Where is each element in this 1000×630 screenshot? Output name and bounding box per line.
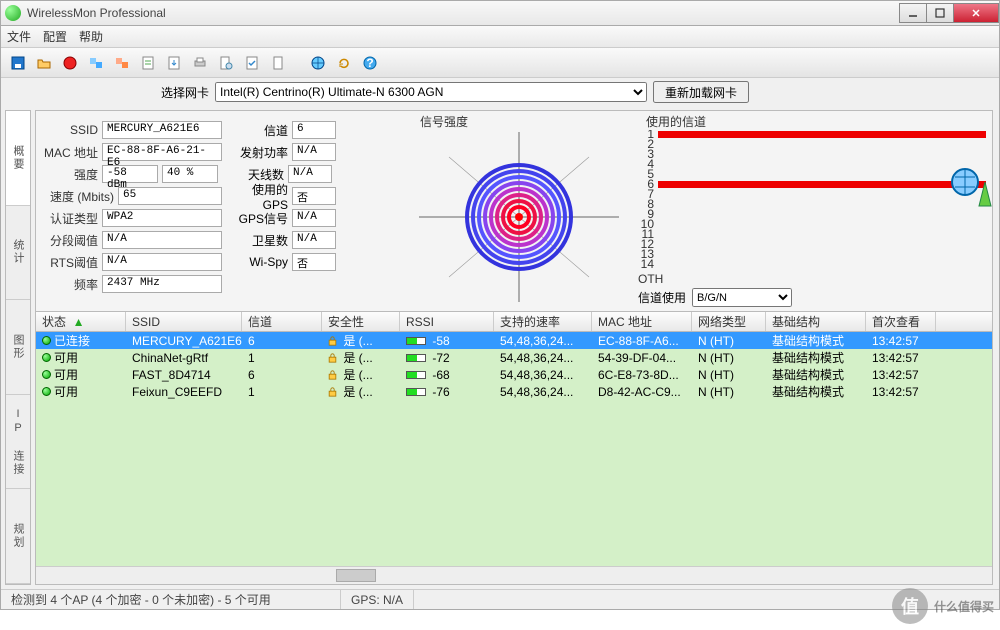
- tab-stats[interactable]: 统计: [6, 206, 30, 301]
- app-icon: [5, 5, 21, 21]
- refresh-icon[interactable]: [333, 52, 355, 74]
- menu-config[interactable]: 配置: [43, 28, 67, 45]
- check-icon[interactable]: [241, 52, 263, 74]
- close-button[interactable]: [953, 3, 999, 23]
- column-header[interactable]: MAC 地址: [592, 312, 692, 331]
- column-header[interactable]: 支持的速率: [494, 312, 592, 331]
- print-icon[interactable]: [189, 52, 211, 74]
- status-ap: 检测到 4 个AP (4 个加密 - 0 个未加密) - 5 个可用: [1, 590, 341, 609]
- options1-icon[interactable]: [85, 52, 107, 74]
- network-row[interactable]: 可用 ChinaNet-gRtf 1 是 (... -72 54,48,36,2…: [36, 349, 992, 366]
- globe-icon[interactable]: [307, 52, 329, 74]
- options2-icon[interactable]: [111, 52, 133, 74]
- menubar: 文件 配置 帮助: [1, 26, 999, 48]
- val-freq: 2437 MHz: [102, 275, 222, 293]
- column-header[interactable]: 网络类型: [692, 312, 766, 331]
- column-header[interactable]: 状态 ▲: [36, 312, 126, 331]
- adapter-select[interactable]: Intel(R) Centrino(R) Ultimate-N 6300 AGN: [215, 82, 647, 102]
- save-icon[interactable]: [7, 52, 29, 74]
- column-header[interactable]: 信道: [242, 312, 322, 331]
- minimize-button[interactable]: [899, 3, 927, 23]
- open-icon[interactable]: [33, 52, 55, 74]
- reload-adapter-button[interactable]: 重新加载网卡: [653, 81, 749, 103]
- tab-ipconn[interactable]: IP 连接: [6, 395, 30, 490]
- network-row[interactable]: 可用 Feixun_C9EEFD 1 是 (... -76 54,48,36,2…: [36, 383, 992, 400]
- maximize-button[interactable]: [926, 3, 954, 23]
- adapter-row: 选择网卡 Intel(R) Centrino(R) Ultimate-N 630…: [1, 78, 999, 106]
- export-icon[interactable]: [163, 52, 185, 74]
- val-wispy: 否: [292, 253, 336, 271]
- network-list: 状态 ▲SSID信道安全性RSSI支持的速率MAC 地址网络类型基础结构首次查看…: [36, 312, 992, 584]
- adapter-label: 选择网卡: [161, 84, 209, 101]
- status-gps: GPS: N/A: [341, 590, 414, 609]
- radar-icon: [419, 132, 619, 302]
- tab-plan[interactable]: 规划: [6, 489, 30, 584]
- val-satellites: N/A: [292, 231, 336, 249]
- channel-use-label: 信道使用: [638, 289, 686, 306]
- connection-details: SSIDMERCURY_A621E6信道6 MAC 地址EC-88-8F-A6-…: [36, 111, 406, 311]
- side-tabs: 概要 统计 图形 IP 连接 规划: [5, 110, 31, 585]
- tab-graph[interactable]: 图形: [6, 300, 30, 395]
- titlebar: WirelessMon Professional: [0, 0, 1000, 26]
- channels-box: 使用的信道 1234567891011121314 OTH 信道使用 B/G/N: [632, 111, 992, 311]
- channel-use-select[interactable]: B/G/N: [692, 288, 792, 307]
- menu-file[interactable]: 文件: [7, 28, 31, 45]
- tab-summary[interactable]: 概要: [6, 111, 30, 206]
- statusbar: 检测到 4 个AP (4 个加密 - 0 个未加密) - 5 个可用 GPS: …: [1, 589, 999, 609]
- network-row[interactable]: 可用 FAST_8D4714 6 是 (... -68 54,48,36,24.…: [36, 366, 992, 383]
- val-strength-pct: 40 %: [162, 165, 218, 183]
- watermark: 值 什么值得买: [892, 588, 994, 624]
- val-antennas: N/A: [288, 165, 332, 183]
- help-icon[interactable]: ?: [359, 52, 381, 74]
- val-gps-signal: N/A: [292, 209, 336, 227]
- export-csv-icon[interactable]: [137, 52, 159, 74]
- signal-strength-box: 信号强度: [406, 111, 632, 311]
- val-strength-dbm: -58 dBm: [102, 165, 158, 183]
- val-speed: 65: [118, 187, 222, 205]
- toolbar: ?: [1, 48, 999, 78]
- column-header[interactable]: RSSI: [400, 312, 494, 331]
- record-icon[interactable]: [59, 52, 81, 74]
- menu-help[interactable]: 帮助: [79, 28, 103, 45]
- val-channel: 6: [292, 121, 336, 139]
- watermark-badge-icon: 值: [892, 588, 928, 624]
- val-ssid: MERCURY_A621E6: [102, 121, 222, 139]
- column-header[interactable]: 基础结构: [766, 312, 866, 331]
- column-header[interactable]: 首次查看: [866, 312, 936, 331]
- val-txpower: N/A: [292, 143, 336, 161]
- page-setup-icon[interactable]: [215, 52, 237, 74]
- val-gps-used: 否: [292, 187, 336, 205]
- column-header[interactable]: 安全性: [322, 312, 400, 331]
- val-frag: N/A: [102, 231, 222, 249]
- val-auth: WPA2: [102, 209, 222, 227]
- page-icon[interactable]: [267, 52, 289, 74]
- network-row[interactable]: 已连接 MERCURY_A621E6 6 是 (... -58 54,48,36…: [36, 332, 992, 349]
- val-rts: N/A: [102, 253, 222, 271]
- antenna-globe-icon: [949, 164, 993, 208]
- app-title: WirelessMon Professional: [27, 6, 900, 20]
- svg-text:?: ?: [366, 56, 373, 70]
- val-mac: EC-88-8F-A6-21-E6: [102, 143, 222, 161]
- hscrollbar[interactable]: [36, 566, 992, 584]
- column-header[interactable]: SSID: [126, 312, 242, 331]
